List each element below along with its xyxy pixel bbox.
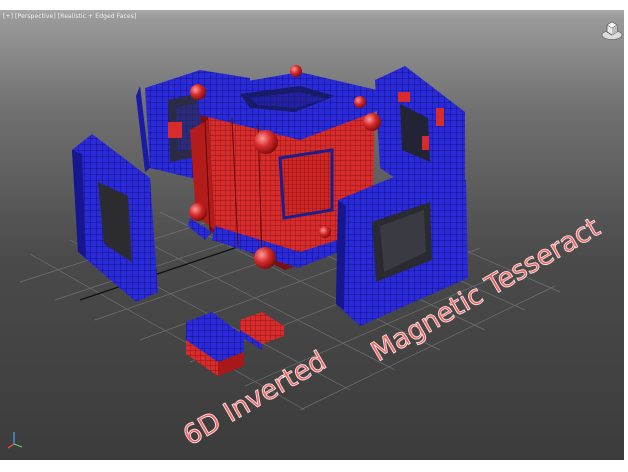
viewport-label-bar: [+] [Perspective] [Realistic + Edged Fac… (3, 13, 136, 20)
viewcube-home-icon[interactable] (600, 19, 624, 41)
right-border (624, 0, 628, 472)
viewport-view-label[interactable]: [Perspective] (15, 13, 56, 20)
viewport-menu-plus[interactable]: [+] (3, 13, 13, 20)
small-blocks (186, 312, 284, 376)
3d-viewport[interactable]: 6D Inverted Magnetic Tesseract [+] [Pers… (0, 0, 628, 472)
viewport-shading-label[interactable]: [Realistic + Edged Faces] (58, 13, 137, 20)
bottom-border (0, 460, 628, 472)
axis-tripod-icon (7, 432, 23, 449)
scene-render: 6D Inverted Magnetic Tesseract (19, 65, 606, 453)
top-border (0, 0, 628, 10)
